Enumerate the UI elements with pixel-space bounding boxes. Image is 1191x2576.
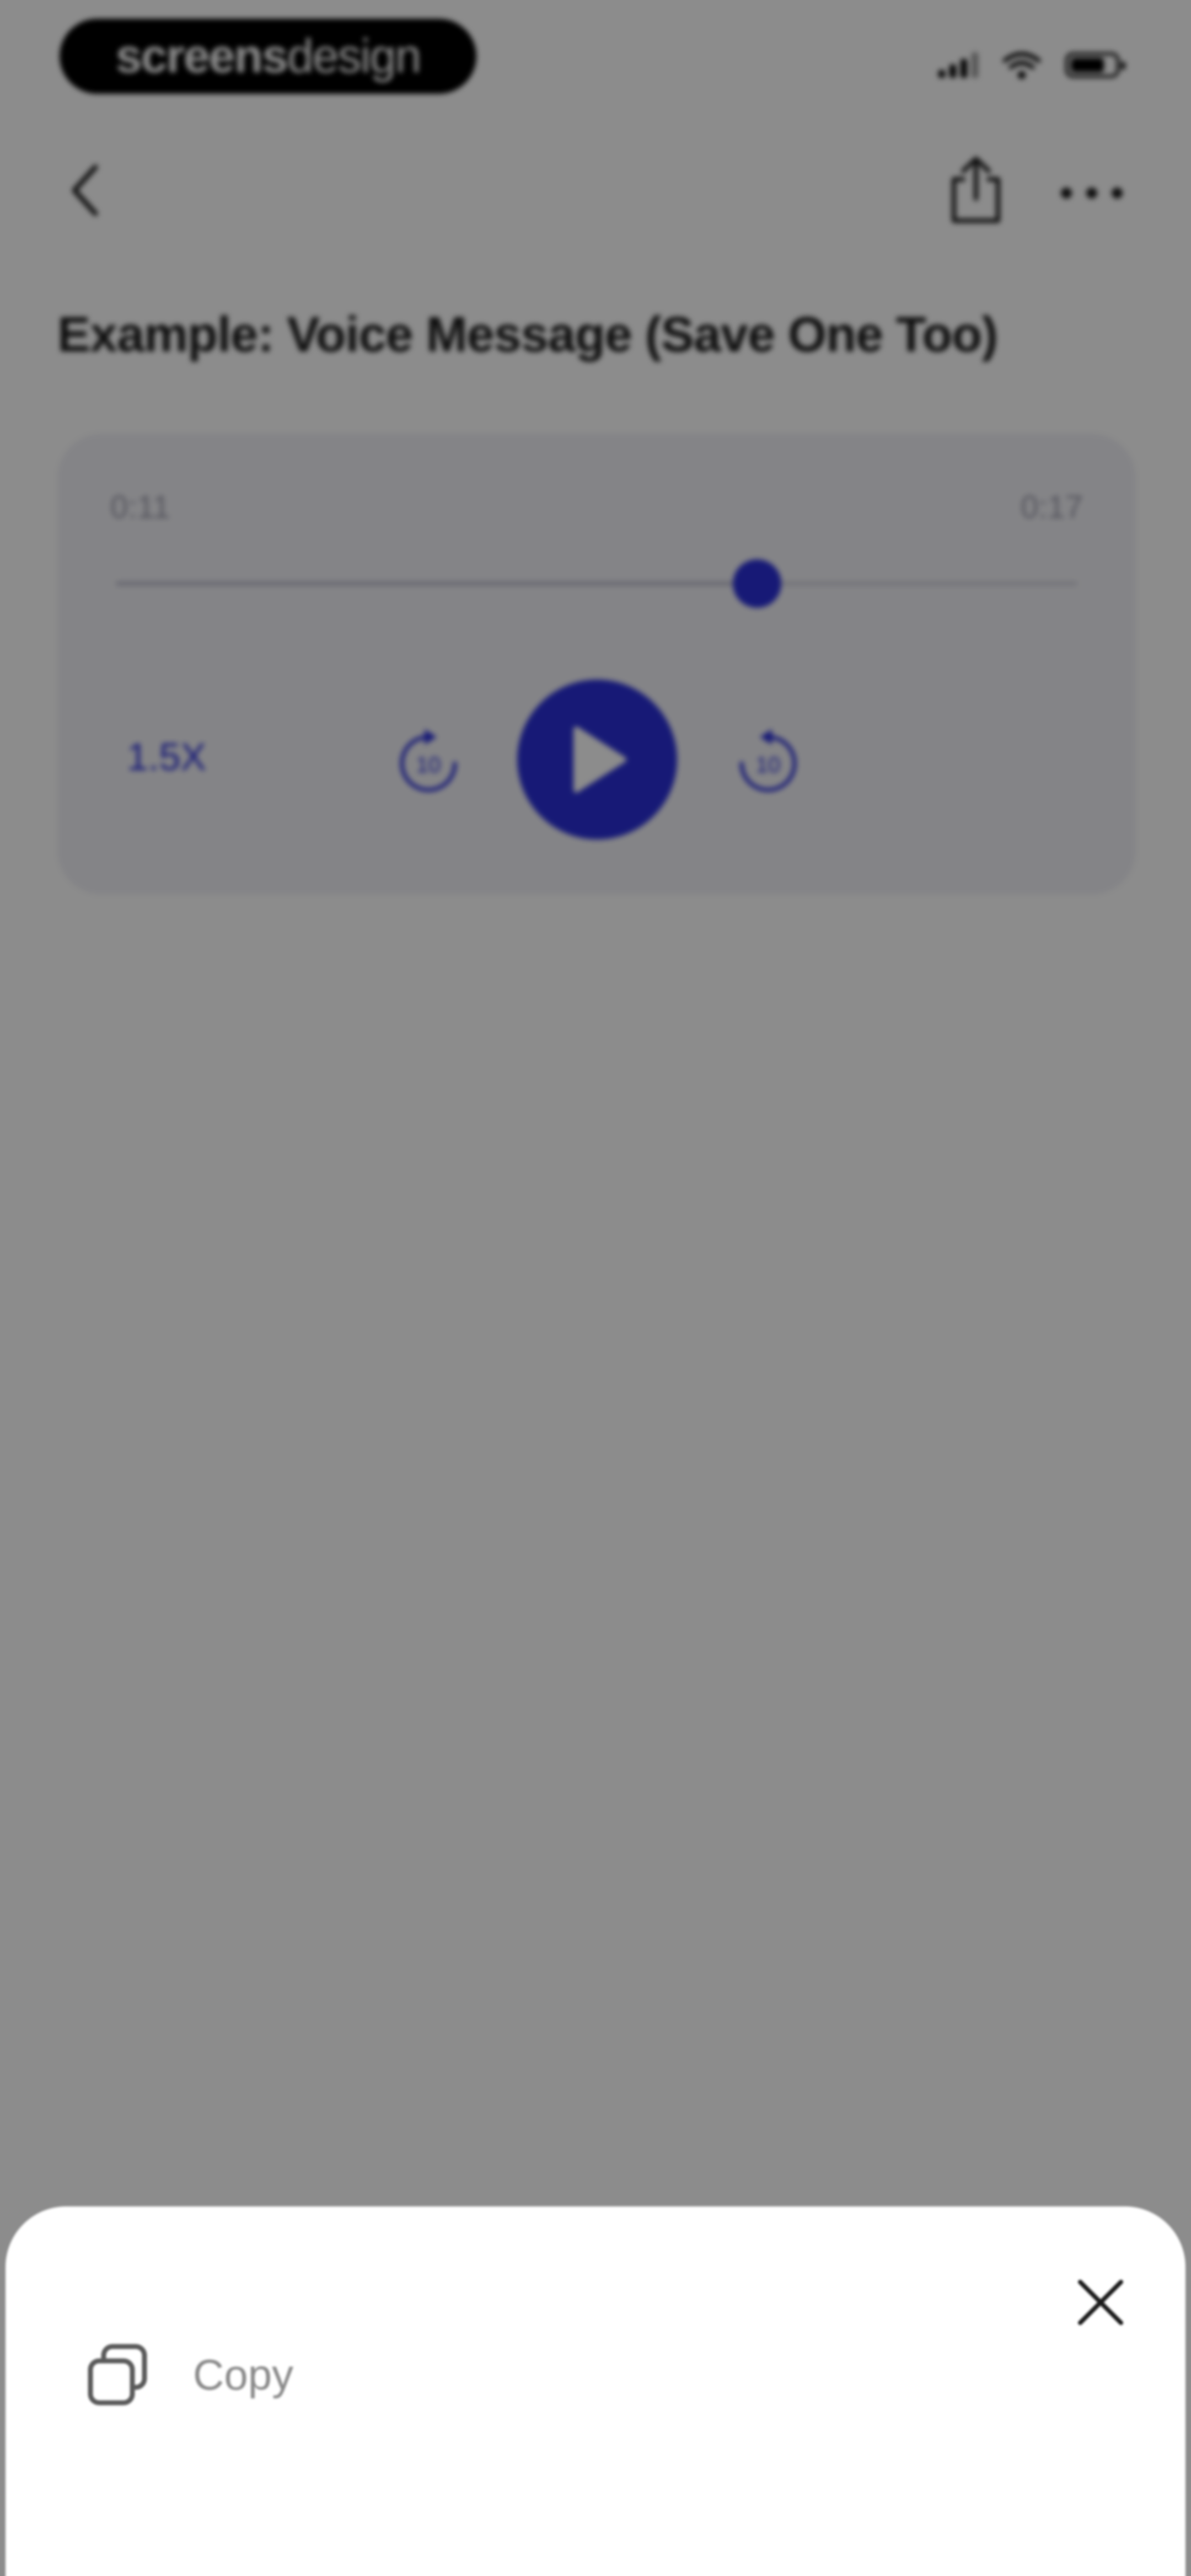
copy-label: Copy [193,2350,294,2399]
copy-action[interactable]: Copy [83,2333,293,2416]
copy-icon [88,2344,147,2406]
action-sheet: Copy [6,2206,1185,2576]
close-icon [1078,2280,1123,2325]
close-sheet-button[interactable] [1062,2264,1139,2341]
screen: screens design Example: Voice Message (S… [0,0,1191,2576]
dim-overlay[interactable] [0,0,1191,2576]
